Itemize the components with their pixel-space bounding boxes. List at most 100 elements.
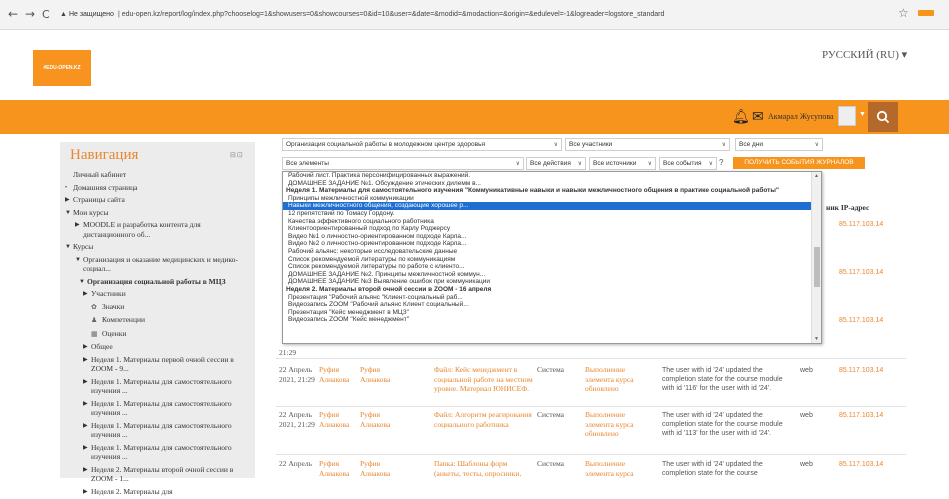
chevron-right-icon[interactable]: ▶: [83, 488, 88, 498]
nav-item[interactable]: ▼ Организация и оказание медицинских и ме…: [65, 255, 245, 274]
participants-select[interactable]: Все участники ∨: [565, 138, 730, 151]
chevron-right-icon[interactable]: ▶: [65, 196, 70, 206]
nav-item[interactable]: ▶ Неделя 1. Материалы для самостоятельног…: [65, 399, 245, 418]
sources-select-value: Все источники: [593, 160, 637, 167]
nav-item[interactable]: ♟ Компетенции: [65, 315, 245, 326]
dropdown-option[interactable]: Рабочий альянс: некоторые исследовательс…: [283, 248, 811, 256]
log-date: 22 Апрель: [279, 459, 313, 468]
days-select[interactable]: Все дни ∨: [735, 138, 823, 151]
events-select[interactable]: Все события ∨: [659, 157, 717, 170]
nav-item[interactable]: ▶ Общее: [65, 342, 245, 352]
dropdown-option[interactable]: ДОМАШНЕЕ ЗАДАНИЕ №1. Обсуждение этически…: [283, 180, 811, 188]
chevron-down-icon[interactable]: ▼: [79, 278, 85, 288]
nav-item[interactable]: • Домашняя страница: [65, 183, 245, 193]
elements-select[interactable]: Все элементы ∨: [282, 157, 524, 170]
mail-icon[interactable]: ✉: [752, 108, 764, 125]
nav-item[interactable]: ▼ Организация социальной работы в МЦЗ: [65, 277, 245, 287]
course-select[interactable]: Организация социальной работы в молодежн…: [282, 138, 562, 151]
avatar[interactable]: [838, 106, 856, 126]
chevron-down-icon[interactable]: ▼: [65, 243, 71, 253]
dropdown-option[interactable]: Видео №2 о личностно-ориентированном под…: [283, 240, 811, 248]
days-select-value: Все дни: [739, 141, 764, 148]
log-event[interactable]: Выполнение элемента курса обновлено: [585, 410, 655, 439]
chevron-right-icon[interactable]: ▶: [83, 290, 88, 300]
log-user[interactable]: Руфия Алиакова: [319, 410, 357, 429]
nav-item[interactable]: ▶ Неделя 2. Материалы для: [65, 487, 245, 497]
chevron-right-icon[interactable]: ▶: [83, 356, 88, 366]
actions-select[interactable]: Все действия ∨: [526, 157, 586, 170]
dropdown-option[interactable]: Список рекомендуемой литературы по работ…: [283, 263, 811, 271]
dropdown-option[interactable]: Список рекомендуемой литературы по комму…: [283, 256, 811, 264]
nav-item[interactable]: ▶ Неделя 1. Материалы первой очной сессии…: [65, 355, 245, 374]
dropdown-scrollbar[interactable]: ▲ ▼: [811, 172, 821, 343]
dropdown-option[interactable]: Видеозапись ZOOM "Рабочий альянс Клиент …: [283, 301, 811, 309]
log-affected-user[interactable]: Руфия Алиакова: [360, 459, 398, 478]
nav-item[interactable]: ▶ MOODLE и разработка контента для дистан…: [65, 220, 245, 239]
chevron-right-icon[interactable]: ▶: [83, 400, 88, 410]
bookmark-star-icon[interactable]: ☆: [898, 6, 909, 20]
dropdown-option[interactable]: Видео №1 о личностно-ориентированном под…: [283, 233, 811, 241]
nav-item[interactable]: ▼ Мои курсы: [65, 208, 245, 218]
chevron-down-icon[interactable]: ▼: [859, 111, 866, 118]
sources-select[interactable]: Все источники ∨: [589, 157, 656, 170]
chevron-right-icon[interactable]: ▶: [83, 422, 88, 432]
chevron-right-icon[interactable]: ▶: [75, 221, 80, 231]
dropdown-option[interactable]: Видеозапись ZOOM "Кейс менеджмент": [283, 316, 811, 324]
scrollbar-thumb[interactable]: [814, 247, 820, 287]
nav-item[interactable]: ▶ Неделя 1. Материалы для самостоятельног…: [65, 443, 245, 462]
dropdown-option[interactable]: Принципы межличностной коммуникации: [283, 195, 811, 203]
nav-item[interactable]: ✿ Значки: [65, 302, 245, 313]
dropdown-option[interactable]: ДОМАШНЕЕ ЗАДАНИЕ №2. Принципы межличност…: [283, 271, 811, 279]
nav-item[interactable]: ▶ Участники: [65, 289, 245, 299]
forward-icon[interactable]: →: [25, 7, 35, 21]
chevron-down-icon[interactable]: ▼: [75, 256, 81, 266]
language-menu[interactable]: РУССКИЙ (RU) ▾: [822, 48, 907, 61]
dropdown-option[interactable]: Навыки межличностного общения, создающие…: [283, 202, 811, 210]
url-text: edu-open.kz/report/log/index.php?choosel…: [121, 11, 665, 18]
nav-item[interactable]: ▶ Неделя 2. Материалы второй очной сессии…: [65, 465, 245, 484]
dropdown-option[interactable]: ДОМАШНЕЕ ЗАДАНИЕ №3 Выявление ошибок при…: [283, 278, 811, 286]
dropdown-option[interactable]: Качества эффективного социального работн…: [283, 218, 811, 226]
chevron-down-icon[interactable]: ▼: [65, 209, 71, 219]
chevron-right-icon[interactable]: ▶: [83, 343, 88, 353]
block-controls-icon[interactable]: ⊟⊡: [230, 151, 244, 159]
scroll-down-icon[interactable]: ▼: [814, 336, 819, 342]
back-icon[interactable]: ←: [8, 7, 18, 21]
log-context[interactable]: Папка: Шаблоны форм (анкеты, тесты, опро…: [434, 459, 534, 478]
address-bar[interactable]: ▲ Не защищено | edu-open.kz/report/log/ind…: [60, 5, 890, 25]
nav-item[interactable]: ▦ Оценки: [65, 329, 245, 340]
dropdown-option[interactable]: Презентация "Кейс менеджмент в МЦЗ": [283, 309, 811, 317]
bell-icon[interactable]: 🔔︎: [732, 108, 750, 125]
log-event[interactable]: Выполнение элемента курса: [585, 459, 655, 478]
nav-item[interactable]: ▼ Курсы: [65, 242, 245, 252]
nav-item[interactable]: ▶ Неделя 1. Материалы для самостоятельног…: [65, 421, 245, 440]
dropdown-option[interactable]: 12 препятствий по Томасу Гордону.: [283, 210, 811, 218]
nav-item-label: Неделя 1. Материалы для самостоятельного…: [91, 376, 232, 396]
dropdown-option[interactable]: Клиентоориентированный подход по Карлу Р…: [283, 225, 811, 233]
site-logo[interactable]: #EDU-OPEN.KZ: [33, 50, 91, 86]
nav-item[interactable]: ▶ Страницы сайта: [65, 195, 245, 205]
log-user[interactable]: Руфия Алиакова: [319, 365, 357, 384]
chevron-right-icon[interactable]: ▶: [83, 466, 88, 476]
chevron-right-icon[interactable]: ▶: [83, 378, 88, 388]
nav-item[interactable]: ▶ Неделя 1. Материалы для самостоятельног…: [65, 377, 245, 396]
search-button[interactable]: [868, 102, 898, 132]
log-event[interactable]: Выполнение элемента курса обновлено: [585, 365, 655, 394]
bullet-icon[interactable]: •: [65, 184, 67, 194]
elements-dropdown-list[interactable]: Рабочий лист. Практика персонифицированн…: [282, 171, 822, 344]
log-affected-user[interactable]: Руфия Алиакова: [360, 365, 398, 384]
log-context[interactable]: Файл: Алгоритм реагирования социального …: [434, 410, 534, 429]
log-context[interactable]: Файл: Кейс менеджмент в социальной работ…: [434, 365, 534, 394]
dropdown-option[interactable]: Рабочий лист. Практика персонифицированн…: [283, 172, 811, 180]
log-user[interactable]: Руфия Алиакова: [319, 459, 357, 478]
nav-item[interactable]: Личный кабинет: [65, 170, 245, 180]
log-affected-user[interactable]: Руфия Алиакова: [360, 410, 398, 429]
user-name[interactable]: Акмарал Жусупова: [768, 112, 834, 121]
dropdown-option[interactable]: Презентация "Рабочий альянс "Клиент-соци…: [283, 294, 811, 302]
extension-icon[interactable]: [918, 10, 934, 16]
help-icon[interactable]: ?: [719, 158, 723, 167]
scroll-up-icon[interactable]: ▲: [814, 173, 819, 179]
chevron-right-icon[interactable]: ▶: [83, 444, 88, 454]
get-logs-button[interactable]: Получить события журналов: [733, 157, 865, 169]
reload-icon[interactable]: C: [42, 8, 50, 21]
